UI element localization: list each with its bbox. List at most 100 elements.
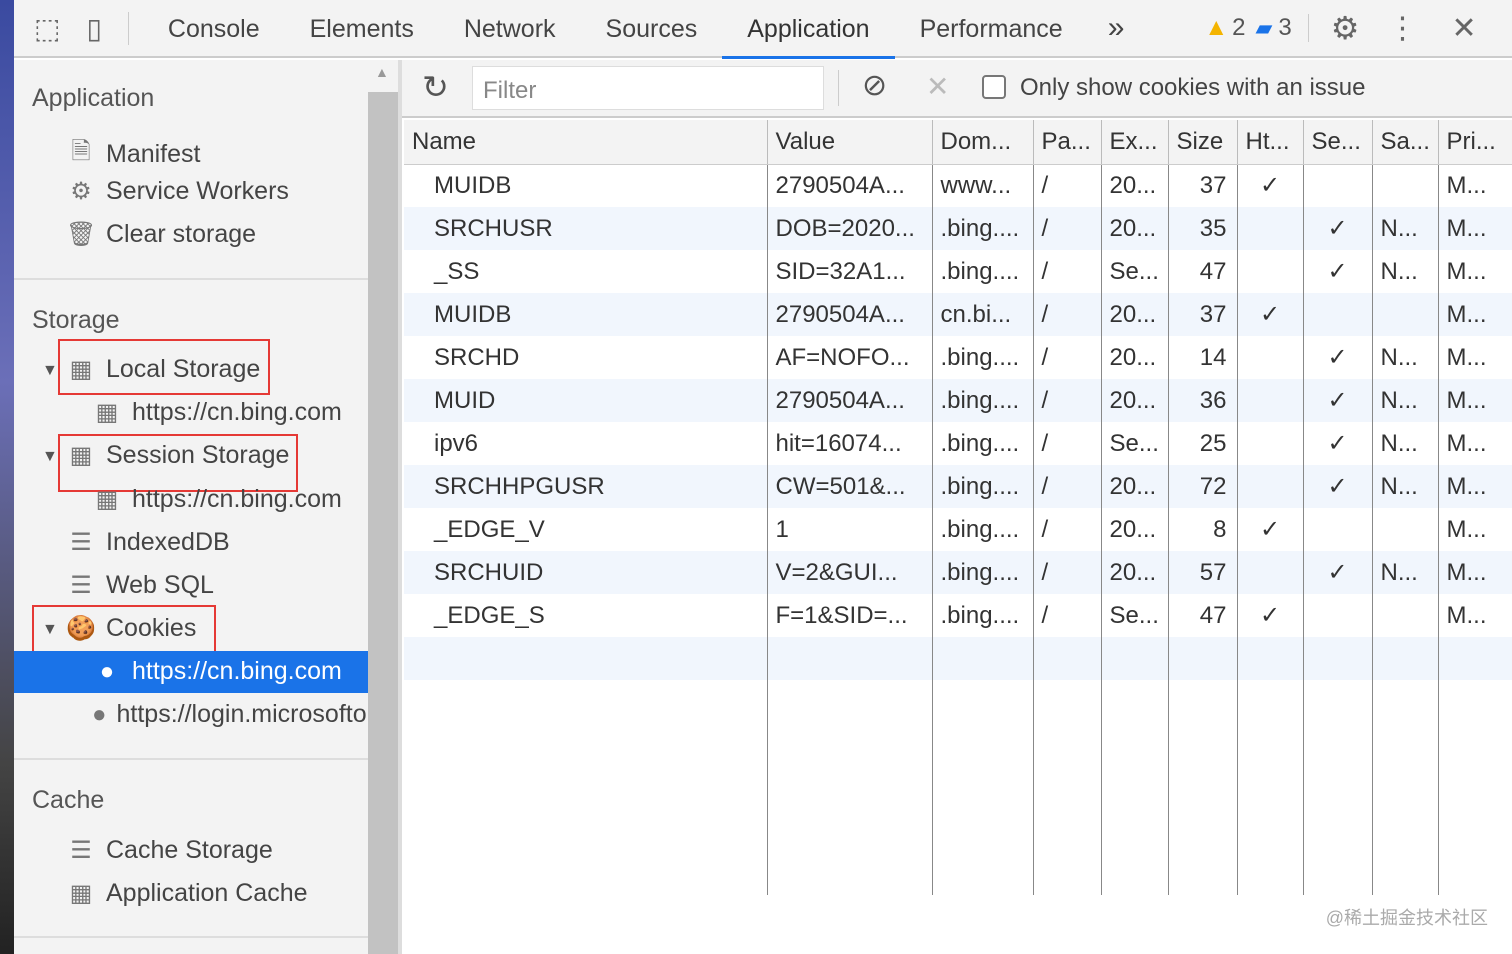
column-header[interactable]: Pa...	[1033, 120, 1102, 165]
column-header[interactable]: Ex...	[1101, 120, 1169, 165]
device-toolbar-icon[interactable]: ▯	[86, 11, 129, 45]
table-cell: /	[1033, 551, 1102, 594]
table-cell: N...	[1372, 336, 1439, 379]
table-row[interactable]: MUID 2790504A... .bing..../20... 36 ✓ N... M..…	[404, 379, 1512, 422]
column-header[interactable]: Se...	[1303, 120, 1373, 165]
table-cell: AF=NOFO...	[767, 336, 933, 379]
column-header[interactable]: Ht...	[1237, 120, 1304, 165]
tab-network[interactable]: Network	[439, 0, 581, 57]
delete-selected-icon[interactable]: ✕	[926, 70, 949, 103]
table-cell	[767, 723, 933, 766]
issue-checkbox[interactable]	[982, 75, 1006, 99]
table-row[interactable]	[404, 637, 1512, 680]
sidebar-item-service-workers[interactable]: ⚙ Service Workers	[66, 177, 289, 206]
expand-arrow-icon[interactable]: ▼	[42, 362, 58, 380]
table-cell	[1168, 852, 1238, 895]
table-cell	[1168, 680, 1238, 723]
clear-all-icon[interactable]: ⊘	[862, 68, 887, 103]
table-cell: .bing....	[932, 508, 1034, 551]
divider	[14, 278, 368, 280]
table-row[interactable]: SRCHUID V=2&GUI... .bing..../20... 57 ✓ N... M…	[404, 551, 1512, 594]
close-icon[interactable]: ✕	[1451, 11, 1476, 46]
grid-icon: ▦	[95, 486, 119, 513]
table-cell: 8	[1168, 508, 1238, 551]
column-header[interactable]: Dom...	[932, 120, 1034, 165]
inspect-element-icon[interactable]: ⬚	[34, 12, 60, 45]
tab-console[interactable]: Console	[143, 0, 285, 57]
table-cell	[1237, 422, 1304, 465]
table-cell: 20...	[1101, 508, 1169, 551]
table-cell: 72	[1168, 465, 1238, 508]
column-header[interactable]: Sa...	[1372, 120, 1439, 165]
table-row[interactable]: _EDGE_S F=1&SID=... .bing.... / Se... 47 ✓ M...	[404, 594, 1512, 637]
cookie-icon: ●	[92, 700, 107, 728]
filter-input[interactable]: Filter	[472, 66, 824, 110]
expand-arrow-icon[interactable]: ▼	[42, 448, 58, 466]
message-icon[interactable]: ▰	[1256, 15, 1273, 41]
table-row[interactable]	[404, 852, 1512, 895]
table-cell	[1303, 594, 1373, 637]
sidebar-item-cookie-cn-bing[interactable]: ● https://cn.bing.com	[92, 657, 342, 686]
table-cell: 2790504A...	[767, 164, 933, 207]
tab-elements[interactable]: Elements	[285, 0, 439, 57]
table-cell	[1237, 852, 1304, 895]
table-row[interactable]: MUIDB 2790504A... cn.bi.../20... 37 ✓ M...	[404, 293, 1512, 336]
column-header[interactable]: Pri...	[1438, 120, 1512, 165]
table-row[interactable]: SRCHHPGUSR CW=501&... .bing..../20... 72 ✓ N.…	[404, 465, 1512, 508]
column-header[interactable]: Value	[767, 120, 933, 165]
table-cell: .bing....	[932, 551, 1034, 594]
splitter[interactable]	[398, 60, 402, 954]
refresh-icon[interactable]: ↻	[422, 68, 449, 106]
table-row[interactable]: _EDGE_V 1 .bing..../20... 8 ✓ M...	[404, 508, 1512, 551]
table-cell: N...	[1372, 422, 1439, 465]
sidebar-scrollbar[interactable]: ▲	[368, 60, 398, 954]
table-cell	[1033, 852, 1102, 895]
column-header[interactable]: Name	[404, 120, 768, 165]
table-cell: _EDGE_S	[404, 594, 768, 637]
table-cell: 47	[1168, 250, 1238, 293]
warning-icon[interactable]: ▲	[1204, 14, 1228, 42]
sidebar-item-manifest[interactable]: 🗎 Manifest	[66, 134, 200, 175]
sidebar-item-local-origin[interactable]: ▦ https://cn.bing.com	[92, 398, 342, 427]
table-cell: ✓	[1303, 465, 1373, 508]
sidebar-item-websql[interactable]: ☰ Web SQL	[66, 571, 214, 600]
scrollbar-thumb[interactable]	[368, 92, 398, 954]
column-header[interactable]: Size	[1168, 120, 1238, 165]
table-cell	[1372, 809, 1439, 852]
table-row[interactable]: SRCHD AF=NOFO... .bing..../20... 14 ✓ N... M..…	[404, 336, 1512, 379]
table-cell: MUIDB	[404, 164, 768, 207]
table-row[interactable]: ipv6 hit=16074... .bing.... / Se... 25 ✓ N... M.…	[404, 422, 1512, 465]
table-cell	[932, 723, 1034, 766]
sidebar-item-indexeddb[interactable]: ☰ IndexedDB	[66, 528, 229, 557]
grid-icon: ▦	[69, 880, 93, 907]
sidebar-item-cache-storage[interactable]: ☰ Cache Storage	[66, 836, 273, 865]
sidebar-item-session-origin[interactable]: ▦ https://cn.bing.com	[92, 485, 342, 514]
table-cell	[1438, 637, 1512, 680]
table-row[interactable]	[404, 723, 1512, 766]
table-cell: 20...	[1101, 293, 1169, 336]
table-cell: SRCHUSR	[404, 207, 768, 250]
tab-performance[interactable]: Performance	[895, 0, 1088, 57]
table-cell	[1372, 164, 1439, 207]
table-row[interactable]	[404, 809, 1512, 852]
tab-application[interactable]: Application	[722, 0, 895, 59]
sidebar-item-cookie-login[interactable]: ● https://login.microsoftonline.com	[92, 700, 368, 729]
table-cell	[404, 637, 768, 680]
table-row[interactable]: SRCHUSR DOB=2020... .bing..../20... 35 ✓ N...…	[404, 207, 1512, 250]
sidebar-item-clear-storage[interactable]: 🗑 Clear storage	[66, 220, 256, 249]
table-cell	[1438, 766, 1512, 809]
table-cell: M...	[1438, 336, 1512, 379]
table-row[interactable]: _SS SID=32A1... .bing.... / Se... 47 ✓ N... M...	[404, 250, 1512, 293]
table-cell: _EDGE_V	[404, 508, 768, 551]
sidebar-item-application-cache[interactable]: ▦ Application Cache	[66, 879, 308, 908]
table-row[interactable]	[404, 680, 1512, 723]
more-menu-icon[interactable]: ⋮	[1387, 11, 1417, 46]
table-cell	[1438, 852, 1512, 895]
table-row[interactable]: MUIDB 2790504A... www.../20... 37 ✓ M...	[404, 164, 1512, 207]
table-row[interactable]	[404, 766, 1512, 809]
settings-gear-icon[interactable]: ⚙	[1331, 9, 1360, 47]
tab-sources[interactable]: Sources	[581, 0, 723, 57]
more-tabs-icon[interactable]: »	[1108, 11, 1125, 45]
table-cell	[1438, 723, 1512, 766]
database-icon: ☰	[70, 572, 92, 599]
